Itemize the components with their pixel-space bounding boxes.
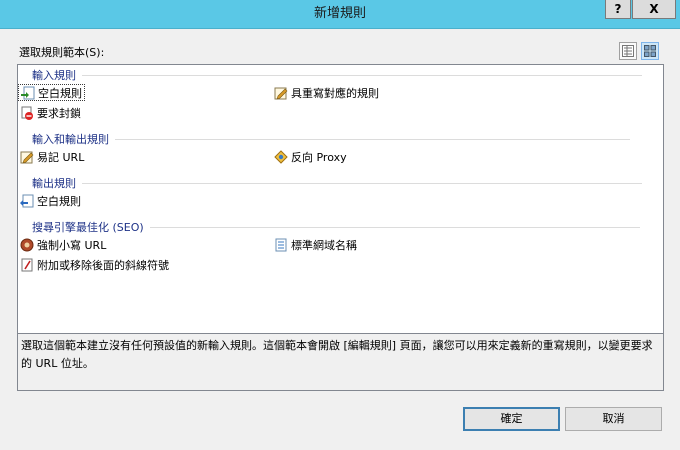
blank-inbound-rule-icon: [21, 86, 35, 100]
list-item-canonical-domain[interactable]: 標準網域名稱: [272, 236, 359, 253]
list-item-blank-inbound-rule[interactable]: 空白規則: [18, 84, 85, 101]
list-item-user-friendly-url[interactable]: 易記 URL: [18, 148, 86, 165]
title-bar: 新增規則 ? X: [0, 0, 680, 29]
trailing-slash-icon: [20, 258, 34, 272]
list-item-label: 強制小寫 URL: [37, 238, 107, 252]
template-description: 選取這個範本建立沒有任何預設值的新輸入規則。這個範本會開啟 [編輯規則] 頁面，…: [17, 333, 664, 391]
template-list[interactable]: 輸入規則 空白規則 具重寫對應的規則 要求封鎖 輸入和輸出規則 易記 URL 反…: [17, 64, 664, 335]
list-item-request-blocking[interactable]: 要求封鎖: [18, 104, 83, 121]
close-button[interactable]: X: [632, 0, 676, 19]
large-icons-view-icon: [644, 45, 656, 57]
ok-button[interactable]: 確定: [463, 407, 560, 431]
lowercase-url-icon: [20, 238, 34, 252]
help-button[interactable]: ?: [605, 0, 631, 19]
canonical-domain-icon: [274, 238, 288, 252]
template-select-label: 選取規則範本(S):: [19, 46, 105, 59]
group-inbound-rules: 輸入規則: [32, 67, 642, 83]
list-item-rewrite-map-rule[interactable]: 具重寫對應的規則: [272, 84, 381, 101]
group-outbound-rules: 輸出規則: [32, 175, 642, 191]
list-item-label: 易記 URL: [37, 150, 85, 164]
window-title: 新增規則: [313, 6, 366, 21]
list-item-label: 空白規則: [37, 194, 81, 208]
group-label: 輸入和輸出規則: [32, 133, 109, 146]
list-item-label: 反向 Proxy: [291, 150, 347, 164]
group-label: 搜尋引擎最佳化 (SEO): [32, 221, 144, 234]
list-item-label: 具重寫對應的規則: [291, 86, 379, 100]
reverse-proxy-icon: [274, 149, 288, 164]
group-label: 輸入規則: [32, 69, 76, 82]
list-item-label: 標準網域名稱: [291, 238, 357, 252]
list-item-label: 要求封鎖: [37, 106, 81, 120]
list-item-label: 附加或移除後面的斜線符號: [37, 258, 169, 272]
rewrite-map-rule-icon: [274, 86, 288, 100]
request-blocking-icon: [20, 106, 34, 120]
details-view-button[interactable]: [619, 42, 637, 60]
blank-outbound-rule-icon: [20, 194, 34, 208]
details-view-icon: [622, 45, 634, 57]
cancel-button[interactable]: 取消: [565, 407, 662, 431]
list-item-lowercase-url[interactable]: 強制小寫 URL: [18, 236, 108, 253]
list-item-blank-outbound-rule[interactable]: 空白規則: [18, 192, 83, 209]
list-item-label: 空白規則: [38, 86, 82, 100]
user-friendly-url-icon: [20, 150, 34, 164]
list-item-reverse-proxy[interactable]: 反向 Proxy: [272, 148, 349, 165]
dialog-body: 選取規則範本(S): 輸入規則 空白規則 具重寫對應的規則 要求封鎖 輸入和輸出…: [0, 29, 680, 450]
large-icons-view-button[interactable]: [641, 42, 659, 60]
group-seo: 搜尋引擎最佳化 (SEO): [32, 219, 640, 235]
list-item-trailing-slash[interactable]: 附加或移除後面的斜線符號: [18, 256, 171, 273]
group-label: 輸出規則: [32, 177, 76, 190]
group-inbound-outbound-rules: 輸入和輸出規則: [32, 131, 630, 147]
